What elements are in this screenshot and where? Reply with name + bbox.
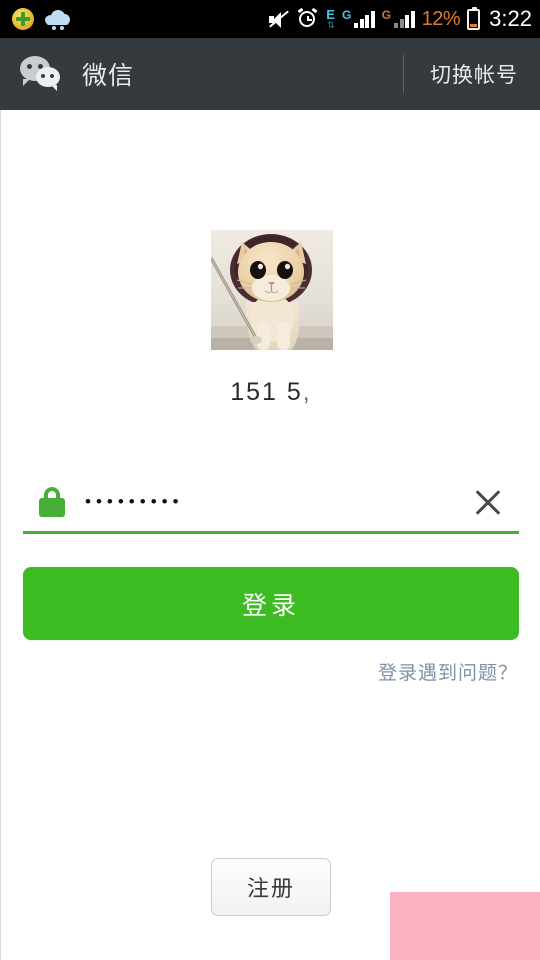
title-bar-divider <box>403 55 404 93</box>
app-title-bar: 微信 切换帐号 <box>0 38 540 110</box>
edge-network-icon: E ⇅ <box>326 8 335 30</box>
clear-x-icon[interactable] <box>469 484 507 522</box>
lock-icon <box>39 486 65 517</box>
wechat-logo <box>20 54 68 94</box>
login-button[interactable]: 登录 <box>23 567 519 640</box>
sim1-letter: G <box>341 7 352 22</box>
login-content: 151 5, ••••••••• 登录 登录遇到问题？ 注册 <box>0 110 540 960</box>
rain-cloud-icon <box>44 8 72 30</box>
username-display: 151 5, <box>1 378 540 407</box>
battery-percent: 12% <box>421 7 461 30</box>
sim2-letter: G <box>381 7 392 22</box>
page-title: 微信 <box>82 62 135 90</box>
battery-icon <box>467 6 481 30</box>
password-field[interactable]: ••••••••• <box>23 472 519 534</box>
switch-account-button[interactable]: 切换帐号 <box>430 59 518 89</box>
status-bar-clock: 3:22 <box>489 6 532 31</box>
sim1-signal-icon: G <box>341 7 375 28</box>
password-input[interactable]: ••••••••• <box>85 493 184 510</box>
register-button[interactable]: 注册 <box>211 858 331 916</box>
edge-arrows: ⇅ <box>327 20 334 30</box>
status-bar-right-icons: E ⇅ G G 12% 3:22 <box>268 6 532 32</box>
sim2-signal-icon: G <box>381 7 415 28</box>
status-bar-left-icons <box>12 8 72 30</box>
wellness-plus-icon <box>12 8 34 30</box>
pink-redaction-block <box>390 892 540 960</box>
username-tail: , <box>302 378 312 406</box>
mute-icon <box>268 9 290 29</box>
login-trouble-link[interactable]: 登录遇到问题？ <box>378 658 518 685</box>
username-text: 151 5 <box>230 378 303 406</box>
alarm-clock-icon <box>297 7 319 30</box>
wechat-login-screen: E ⇅ G G 12% 3:22 微信 切换帐号 151 5, ••••••••… <box>0 0 540 960</box>
status-bar: E ⇅ G G 12% 3:22 <box>0 0 540 38</box>
user-avatar[interactable] <box>211 230 333 350</box>
